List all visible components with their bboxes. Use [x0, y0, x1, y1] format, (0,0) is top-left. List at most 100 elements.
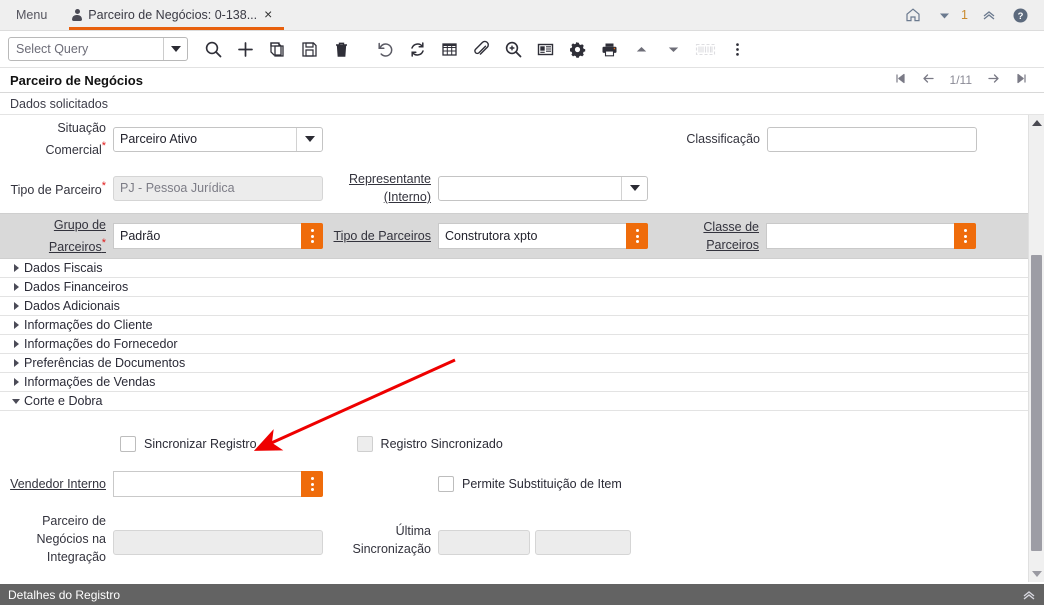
session-count: 1	[961, 8, 972, 22]
accordion-item-4[interactable]: Informações do Fornecedor	[0, 335, 1028, 354]
tab-parceiro-de-negocios[interactable]: Parceiro de Negócios: 0-138... ×	[63, 0, 284, 30]
home-icon[interactable]	[899, 1, 927, 29]
accordion-item-label: Dados Financeiros	[24, 280, 128, 294]
chevron-up-icon[interactable]	[1022, 588, 1036, 602]
sincronizar-registro-checkbox[interactable]	[120, 436, 136, 452]
undo-icon[interactable]	[370, 34, 400, 64]
search-icon[interactable]	[198, 34, 228, 64]
parceiro-integracao-label: Parceiro de Negócios na Integração	[0, 512, 113, 566]
accordion-item-7[interactable]: Corte e Dobra	[0, 392, 1028, 411]
permite-substituicao-checkbox-row[interactable]: Permite Substituição de Item	[438, 476, 622, 492]
refresh-icon[interactable]	[402, 34, 432, 64]
grid-icon[interactable]	[434, 34, 464, 64]
save-icon[interactable]	[294, 34, 324, 64]
grupo-de-parceiros-lookup-button[interactable]	[301, 223, 323, 249]
accordion-list: Dados Fiscais Dados Financeiros Dados Adic…	[0, 259, 1028, 411]
registro-sincronizado-label: Registro Sincronizado	[381, 437, 503, 451]
chevron-down-icon[interactable]	[621, 177, 647, 200]
tipo-de-parceiros-label[interactable]: Tipo de Parceiros	[333, 227, 438, 245]
classe-de-parceiros-value[interactable]	[766, 223, 954, 249]
vertical-scrollbar[interactable]	[1028, 115, 1044, 582]
settings-icon[interactable]	[562, 34, 592, 64]
page-title: Parceiro de Negócios	[10, 73, 143, 88]
scroll-up-button[interactable]	[1029, 115, 1044, 131]
permite-substituicao-checkbox[interactable]	[438, 476, 454, 492]
permite-substituicao-label: Permite Substituição de Item	[462, 477, 622, 491]
delete-icon[interactable]	[326, 34, 356, 64]
grupo-de-parceiros-label[interactable]: Grupo de Parceiros*	[0, 216, 113, 256]
window-titlebar: Menu Parceiro de Negócios: 0-138... × 1 …	[0, 0, 1044, 31]
scroll-down-button[interactable]	[1029, 566, 1044, 582]
tipo-de-parceiros-lookup[interactable]: Construtora xpto	[438, 223, 648, 249]
representante-interno-label[interactable]: Representante (Interno)	[343, 170, 438, 206]
collapse-up-icon[interactable]	[975, 1, 1003, 29]
chevron-down-icon[interactable]	[8, 399, 24, 404]
pager-last-button[interactable]	[1015, 72, 1028, 88]
print-icon[interactable]	[594, 34, 624, 64]
corte-e-dobra-panel: Sincronizar Registro Registro Sincroniza…	[0, 411, 1028, 568]
barcode-icon	[690, 34, 720, 64]
required-asterisk: *	[102, 140, 106, 152]
help-icon[interactable]: ?	[1006, 1, 1034, 29]
pager-next-button[interactable]	[986, 72, 1001, 88]
move-up-icon[interactable]	[626, 34, 656, 64]
vendedor-interno-value[interactable]	[113, 471, 301, 497]
accordion-item-label: Informações de Vendas	[24, 375, 155, 389]
chevron-right-icon[interactable]	[8, 302, 24, 310]
form-scroll-area: Situação Comercial* Parceiro Ativo Class…	[0, 115, 1028, 582]
scrollbar-thumb[interactable]	[1031, 255, 1042, 551]
session-dropdown-icon[interactable]	[930, 1, 958, 29]
chevron-down-icon[interactable]	[163, 38, 187, 60]
chevron-right-icon[interactable]	[8, 264, 24, 272]
classe-de-parceiros-label[interactable]: Classe de Parceiros	[656, 218, 766, 254]
vendedor-interno-lookup[interactable]	[113, 471, 323, 497]
classificacao-input[interactable]	[767, 127, 977, 152]
tipo-de-parceiros-value[interactable]: Construtora xpto	[438, 223, 626, 249]
accordion-item-2[interactable]: Dados Adicionais	[0, 297, 1028, 316]
tipo-de-parceiros-lookup-button[interactable]	[626, 223, 648, 249]
vendedor-interno-lookup-button[interactable]	[301, 471, 323, 497]
representante-interno-dropdown[interactable]	[438, 176, 648, 201]
chevron-right-icon[interactable]	[8, 321, 24, 329]
row-tipo-representante: Tipo de Parceiro* PJ - Pessoa Jurídica R…	[0, 163, 1028, 213]
chevron-right-icon[interactable]	[8, 283, 24, 291]
attachment-icon[interactable]	[466, 34, 496, 64]
tab-label: Parceiro de Negócios: 0-138...	[88, 8, 257, 22]
main-toolbar: Select Query	[0, 31, 1044, 68]
chevron-down-icon[interactable]	[296, 128, 322, 151]
record-details-bar[interactable]: Detalhes do Registro	[0, 582, 1044, 605]
chevron-right-icon[interactable]	[8, 359, 24, 367]
pager-first-button[interactable]	[894, 72, 907, 88]
grupo-de-parceiros-lookup[interactable]: Padrão	[113, 223, 323, 249]
sincronizar-registro-checkbox-row[interactable]: Sincronizar Registro	[120, 436, 257, 452]
accordion-item-0[interactable]: Dados Fiscais	[0, 259, 1028, 278]
classe-de-parceiros-lookup[interactable]	[766, 223, 976, 249]
pager-prev-button[interactable]	[921, 72, 936, 88]
chevron-right-icon[interactable]	[8, 340, 24, 348]
registro-sincronizado-checkbox	[357, 436, 373, 452]
required-asterisk: *	[102, 180, 106, 192]
classe-de-parceiros-lookup-button[interactable]	[954, 223, 976, 249]
accordion-item-5[interactable]: Preferências de Documentos	[0, 354, 1028, 373]
zoom-in-icon[interactable]	[498, 34, 528, 64]
ultima-sincronizacao-time-input	[535, 530, 631, 555]
classificacao-label: Classificação	[577, 130, 767, 148]
accordion-item-6[interactable]: Informações de Vendas	[0, 373, 1028, 392]
select-query-dropdown[interactable]: Select Query	[8, 37, 188, 61]
accordion-item-label: Preferências de Documentos	[24, 356, 185, 370]
situacao-comercial-dropdown[interactable]: Parceiro Ativo	[113, 127, 323, 152]
card-view-icon[interactable]	[530, 34, 560, 64]
chevron-right-icon[interactable]	[8, 378, 24, 386]
accordion-item-1[interactable]: Dados Financeiros	[0, 278, 1028, 297]
menu-button[interactable]: Menu	[0, 0, 63, 30]
accordion-item-3[interactable]: Informações do Cliente	[0, 316, 1028, 335]
vendedor-interno-label[interactable]: Vendedor Interno	[0, 475, 113, 493]
add-icon[interactable]	[230, 34, 260, 64]
more-options-icon[interactable]	[722, 34, 752, 64]
move-down-icon[interactable]	[658, 34, 688, 64]
page-subtitle-row: Dados solicitados	[0, 93, 1044, 115]
grupo-de-parceiros-value[interactable]: Padrão	[113, 223, 301, 249]
row-situacao-classificacao: Situação Comercial* Parceiro Ativo Class…	[0, 115, 1028, 163]
close-icon[interactable]: ×	[262, 7, 274, 24]
copy-icon[interactable]	[262, 34, 292, 64]
